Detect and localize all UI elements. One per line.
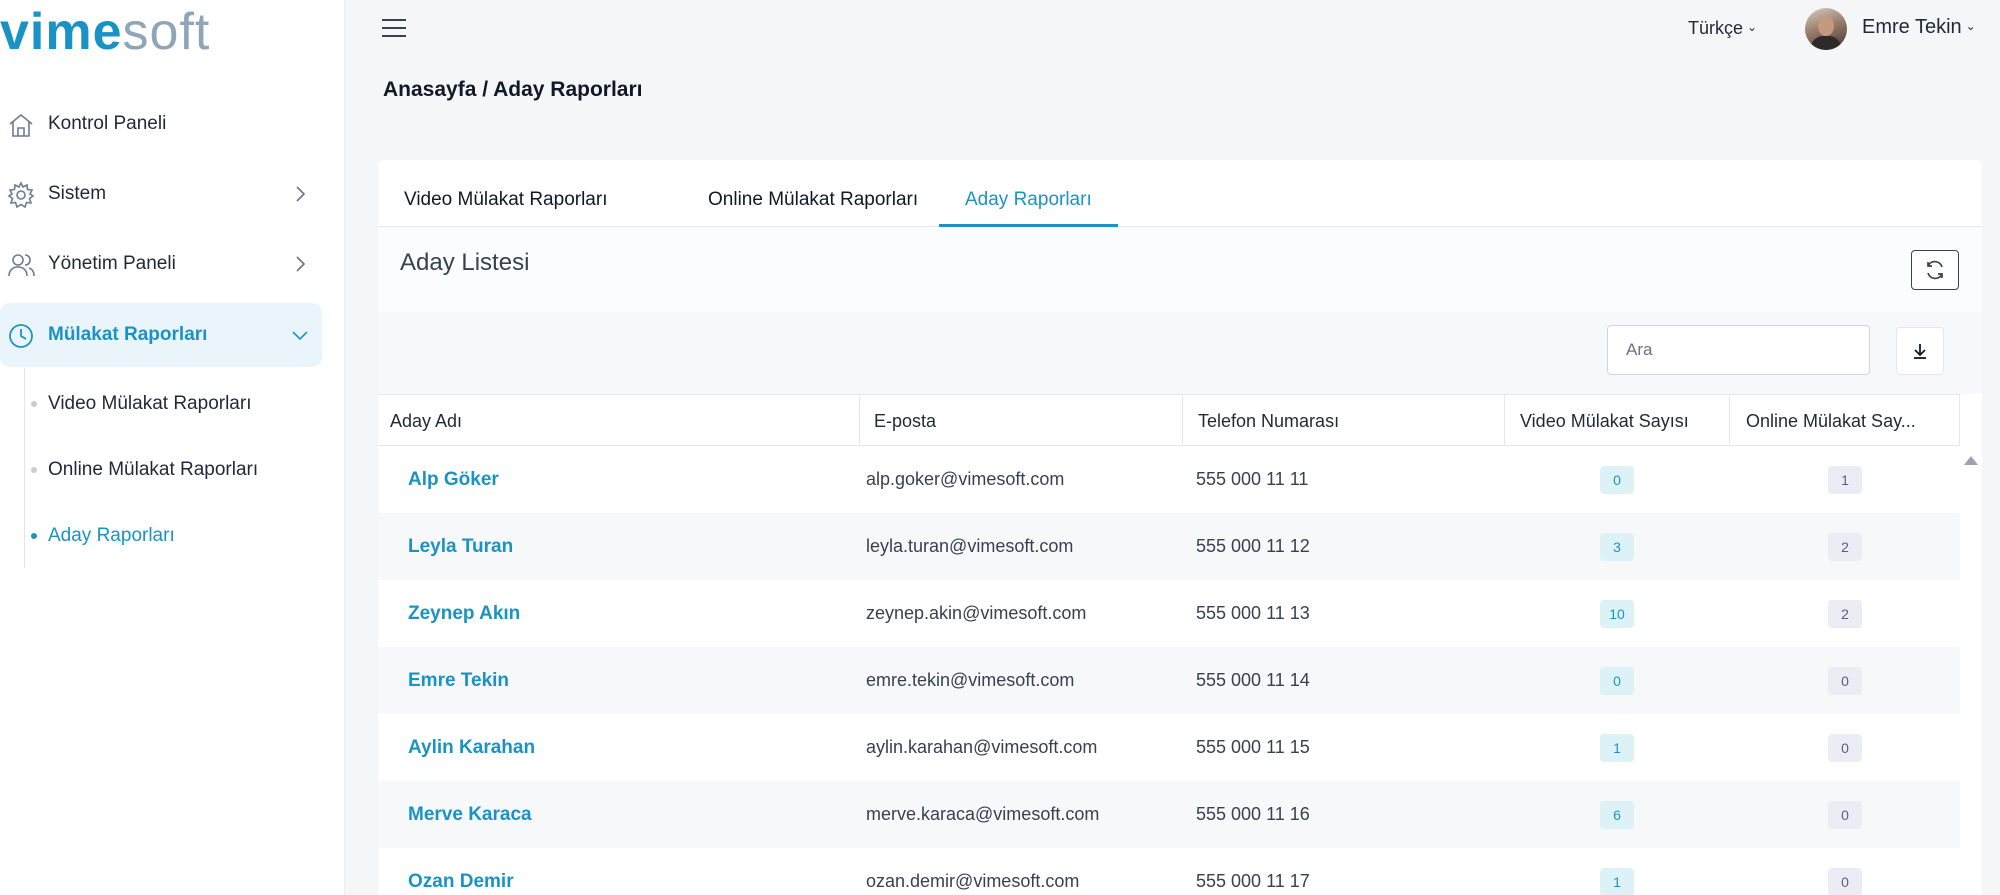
user-menu[interactable]: Emre Tekin ⌄ — [1862, 16, 1976, 39]
online-count-badge: 0 — [1828, 667, 1862, 695]
candidate-email: merve.karaca@vimesoft.com — [866, 804, 1100, 824]
sidebar-subitem-label: Video Mülakat Raporları — [48, 393, 252, 414]
logo-text-light: soft — [122, 3, 211, 61]
candidate-phone: 555 000 11 14 — [1196, 670, 1310, 690]
logo-text-bold: vime — [0, 3, 123, 61]
candidate-email: leyla.turan@vimesoft.com — [866, 536, 1074, 556]
sidebar-item-yonetim-paneli[interactable]: Yönetim Paneli — [0, 232, 322, 296]
sidebar-subnav: Video Mülakat Raporları Online Mülakat R… — [24, 368, 322, 568]
bullet-icon — [31, 467, 37, 473]
tab-video-mulakat-raporlari[interactable]: Video Mülakat Raporları — [378, 160, 633, 227]
candidate-name-link[interactable]: Aylin Karahan — [408, 714, 535, 781]
tab-online-mulakat-raporlari[interactable]: Online Mülakat Raporları — [682, 160, 944, 227]
video-count-badge: 0 — [1600, 466, 1634, 494]
sidebar-subitem-label: Aday Raporları — [48, 525, 175, 546]
home-icon — [9, 113, 33, 137]
candidate-email: emre.tekin@vimesoft.com — [866, 670, 1075, 690]
reports-card: Video Mülakat Raporları Online Mülakat R… — [378, 160, 1982, 895]
sidebar-item-label: Yönetim Paneli — [48, 253, 176, 274]
avatar[interactable] — [1805, 8, 1847, 50]
sidebar-item-mulakat-raporlari[interactable]: Mülakat Raporları — [0, 303, 322, 367]
sidebar-item-label: Mülakat Raporları — [48, 324, 208, 345]
online-count-badge: 0 — [1828, 868, 1862, 895]
table-row[interactable]: Aylin Karahan aylin.karahan@vimesoft.com… — [378, 714, 1960, 781]
column-header-aday-adi[interactable]: Aday Adı — [378, 395, 860, 446]
bullet-icon — [31, 533, 37, 539]
table-row[interactable]: Alp Göker alp.goker@vimesoft.com 555 000… — [378, 446, 1960, 513]
candidate-phone: 555 000 11 11 — [1196, 469, 1309, 489]
download-icon — [1914, 344, 1926, 359]
candidate-phone: 555 000 11 17 — [1196, 871, 1310, 891]
chevron-right-icon — [296, 186, 306, 202]
language-selector[interactable]: Türkçe ⌄ — [1688, 18, 1757, 39]
column-header-telefon-numarasi[interactable]: Telefon Numarası — [1183, 395, 1505, 446]
candidate-phone: 555 000 11 13 — [1196, 603, 1310, 623]
clock-icon — [9, 324, 33, 348]
candidate-email: ozan.demir@vimesoft.com — [866, 871, 1080, 891]
sidebar-subitem-label: Online Mülakat Raporları — [48, 459, 259, 480]
sidebar-item-label: Kontrol Paneli — [48, 113, 167, 134]
column-header-video-mulakat-sayisi[interactable]: Video Mülakat Sayısı — [1505, 395, 1730, 446]
candidate-name-link[interactable]: Leyla Turan — [408, 513, 513, 580]
online-count-badge: 0 — [1828, 801, 1862, 829]
download-button[interactable] — [1896, 327, 1944, 375]
candidate-phone: 555 000 11 12 — [1196, 536, 1310, 556]
candidate-name-link[interactable]: Emre Tekin — [408, 647, 509, 714]
menu-toggle-icon[interactable] — [382, 19, 406, 39]
candidate-name-link[interactable]: Alp Göker — [408, 446, 499, 513]
list-header: Aday Listesi — [378, 227, 1982, 312]
online-count-badge: 2 — [1828, 600, 1862, 628]
candidate-phone: 555 000 11 16 — [1196, 804, 1310, 824]
video-count-badge: 6 — [1600, 801, 1634, 829]
candidate-email: alp.goker@vimesoft.com — [866, 469, 1065, 489]
tab-aday-raporlari[interactable]: Aday Raporları — [939, 160, 1118, 227]
sidebar-item-kontrol-paneli[interactable]: Kontrol Paneli — [0, 92, 322, 156]
chevron-down-icon: ⌄ — [1747, 20, 1758, 34]
users-icon — [8, 254, 35, 277]
language-label: Türkçe — [1688, 18, 1744, 38]
candidate-name-link[interactable]: Merve Karaca — [408, 781, 532, 848]
candidate-email: zeynep.akin@vimesoft.com — [866, 603, 1087, 623]
candidate-phone: 555 000 11 15 — [1196, 737, 1310, 757]
chevron-down-icon: ⌄ — [1965, 19, 1976, 33]
candidate-name-link[interactable]: Ozan Demir — [408, 848, 514, 895]
online-count-badge: 0 — [1828, 734, 1862, 762]
table-row[interactable]: Ozan Demir ozan.demir@vimesoft.com 555 0… — [378, 848, 1960, 895]
video-count-badge: 3 — [1600, 533, 1634, 561]
column-header-e-posta[interactable]: E-posta — [860, 395, 1183, 446]
candidate-name-link[interactable]: Zeynep Akın — [408, 580, 520, 647]
chevron-down-icon — [292, 331, 308, 341]
table-header: Aday Adı E-posta Telefon Numarası Video … — [378, 394, 1960, 446]
user-name-label: Emre Tekin — [1862, 16, 1962, 38]
breadcrumb: Anasayfa / Aday Raporları — [383, 78, 643, 101]
bullet-icon — [31, 401, 37, 407]
report-tabs: Video Mülakat Raporları Online Mülakat R… — [378, 160, 1982, 227]
sidebar: vime soft Kontrol Paneli Sistem Yönetim P… — [0, 0, 345, 895]
online-count-badge: 2 — [1828, 533, 1862, 561]
refresh-icon — [1927, 260, 1943, 280]
table-row[interactable]: Emre Tekin emre.tekin@vimesoft.com 555 0… — [378, 647, 1960, 714]
search-input[interactable] — [1607, 325, 1870, 375]
video-count-badge: 1 — [1600, 868, 1634, 895]
sidebar-item-label: Sistem — [48, 183, 107, 204]
chevron-right-icon — [296, 256, 306, 272]
table-row[interactable]: Zeynep Akın zeynep.akin@vimesoft.com 555… — [378, 580, 1960, 647]
table-row[interactable]: Merve Karaca merve.karaca@vimesoft.com 5… — [378, 781, 1960, 848]
video-count-badge: 10 — [1600, 600, 1634, 628]
video-count-badge: 0 — [1600, 667, 1634, 695]
sidebar-item-sistem[interactable]: Sistem — [0, 162, 322, 226]
video-count-badge: 1 — [1600, 734, 1634, 762]
list-title: Aday Listesi — [400, 249, 530, 276]
refresh-button[interactable] — [1911, 250, 1959, 290]
candidate-email: aylin.karahan@vimesoft.com — [866, 737, 1098, 757]
table-toolbar — [378, 312, 1982, 394]
column-header-online-mulakat-sayisi[interactable]: Online Mülakat Say... — [1730, 395, 1960, 446]
online-count-badge: 1 — [1828, 466, 1862, 494]
gear-icon — [7, 181, 35, 209]
table-row[interactable]: Leyla Turan leyla.turan@vimesoft.com 555… — [378, 513, 1960, 580]
vimesoft-logo[interactable]: vime soft — [0, 2, 211, 61]
scrollbar-up-arrow-icon[interactable] — [1964, 456, 1978, 465]
